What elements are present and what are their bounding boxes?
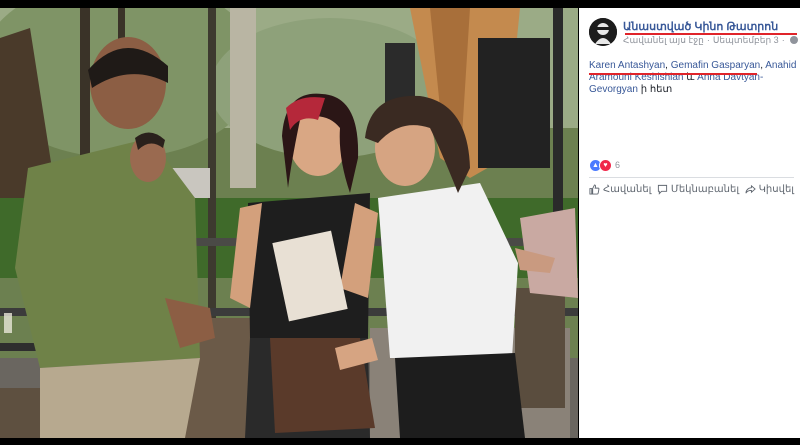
globe-icon	[789, 36, 798, 44]
comment-button-label: Մեկնաբանել	[670, 184, 740, 195]
tags-annotation-underline	[589, 73, 757, 75]
like-page-link[interactable]: Հավանել այս էջը	[623, 35, 704, 45]
reaction-count: 6	[615, 160, 621, 170]
avatar-image	[589, 18, 617, 46]
like-button-label: Հավանել	[603, 184, 652, 195]
photo-scene	[0, 8, 578, 438]
page-avatar[interactable]	[589, 18, 617, 46]
post-photo[interactable]	[0, 8, 578, 438]
thumbs-up-icon	[589, 184, 600, 195]
share-button-label: Կիսվել	[758, 184, 794, 195]
comment-icon	[657, 184, 668, 195]
like-button[interactable]: Հավանել	[589, 184, 651, 195]
post-details-panel: Անաստված Կինո Թատրոն Հավանել այս էջը · Սեպ…	[579, 8, 800, 438]
love-reaction-icon: ♥	[599, 158, 612, 172]
page-name-link[interactable]: Անաստված Կինո Թատրոն	[623, 20, 778, 33]
meta-separator-2: ·	[781, 35, 785, 45]
caption-tail: ի հետ	[637, 84, 673, 95]
meta-separator: ·	[706, 35, 710, 45]
post-meta: Հավանել այս էջը · Սեպտեմբեր 3 ·	[623, 35, 800, 46]
share-icon	[745, 184, 756, 194]
post-date[interactable]: Սեպտեմբեր 3	[713, 35, 779, 45]
comment-button[interactable]: Մեկնաբանել	[657, 184, 739, 195]
tag-link[interactable]: Gemafin Gasparyan	[671, 60, 761, 71]
reactions-divider	[589, 177, 794, 178]
tag-link[interactable]: Karen Antashyan	[589, 60, 665, 71]
share-button[interactable]: Կիսվել	[745, 184, 794, 195]
reactions-summary[interactable]: ▲ ♥ 6	[589, 158, 620, 172]
post-actions-bar: Հավանել Մեկնաբանել Կիսվել	[589, 184, 794, 195]
post-caption: Karen Antashyan, Gemafin Gasparyan, Anah…	[589, 60, 800, 96]
